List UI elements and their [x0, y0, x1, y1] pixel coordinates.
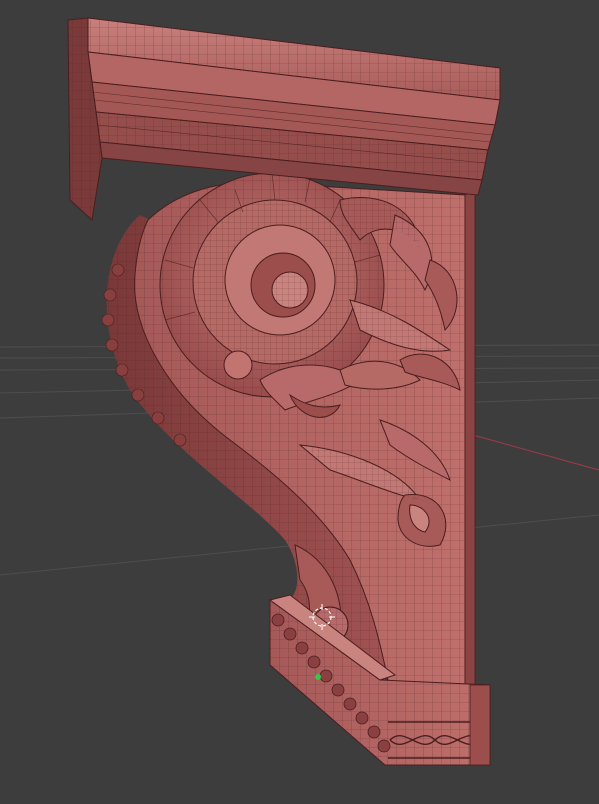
scroll-boss: [223, 350, 253, 380]
x-axis-line: [454, 429, 599, 471]
selected-vertex[interactable]: [315, 674, 321, 680]
3d-viewport[interactable]: [0, 0, 599, 804]
